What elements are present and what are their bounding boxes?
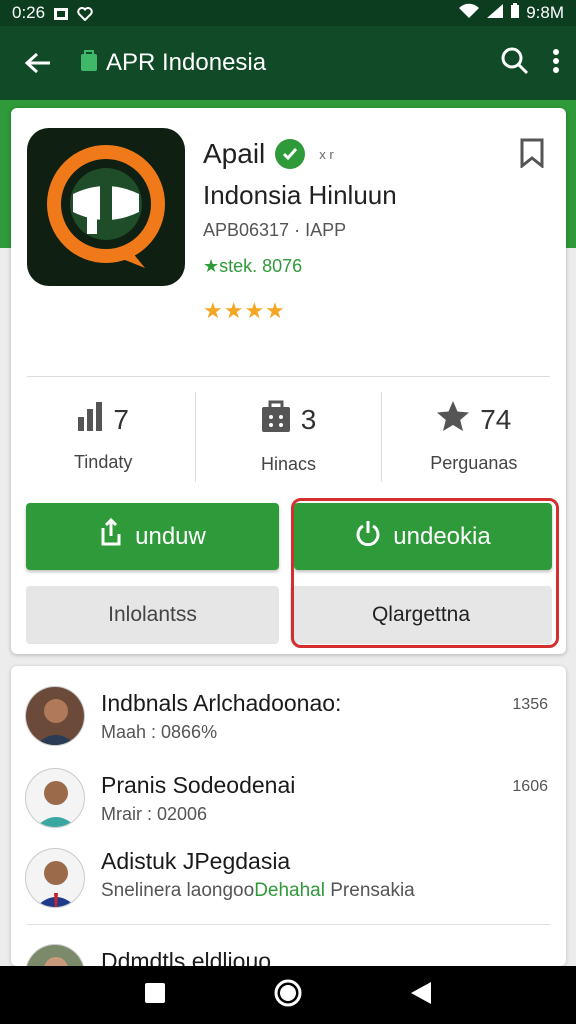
secondary-left-button[interactable]: Inlolantss <box>26 586 279 644</box>
list-item-count: 1356 <box>512 696 548 713</box>
update-label: undeokia <box>393 522 491 550</box>
list-item[interactable]: Adistuk JPegdasia Snelinera laongooDehah… <box>11 842 566 922</box>
stat-label: Tindaty <box>73 452 133 472</box>
recents-square-icon[interactable] <box>144 982 166 1009</box>
list-item[interactable]: Indbnals Arlchadoonao: Maah : 0866% 1356 <box>11 678 566 758</box>
secondary-left-label: Inlolantss <box>108 603 197 626</box>
stat-size: 3 Hinacs <box>196 392 382 482</box>
stat-rating: 74 Perguanas <box>382 392 566 482</box>
list-item-name: Indbnals Arlchadoonao: <box>101 690 342 716</box>
app-bar: APR Indonesia <box>0 26 576 100</box>
stat-value: 3 <box>300 403 317 435</box>
bar-chart-icon <box>77 401 103 438</box>
bag-icon <box>80 48 98 79</box>
home-circle-icon[interactable] <box>274 979 302 1012</box>
download-label: unduw <box>135 522 206 550</box>
app-tag: x r <box>319 146 334 162</box>
power-icon <box>355 519 381 554</box>
page-title: APR Indonesia <box>106 49 267 76</box>
stat-downloads: 7 Tindaty <box>11 392 197 482</box>
list-item-sub: Snelinera laongooDehahal Prensakia <box>101 880 415 901</box>
download-icon <box>99 517 123 555</box>
app-developer[interactable]: APB06317 · IAPP <box>203 220 346 241</box>
app-subtitle: Indonsia Hinluun <box>203 180 397 210</box>
list-item-name: Adistuk JPegdasia <box>101 848 291 874</box>
app-bar-title-group: APR Indonesia <box>80 48 266 79</box>
status-time: 0:26 <box>12 3 46 22</box>
app-logo-icon <box>47 145 165 268</box>
back-triangle-icon[interactable] <box>410 981 432 1010</box>
stats-row: 7 Tindaty 3 Hinacs 74 Perguanas <box>11 392 566 482</box>
arrow-left-icon <box>24 52 50 74</box>
reviewer-list-card: Indbnals Arlchadoonao: Maah : 0866% 1356… <box>11 666 566 966</box>
app-name-row: Apail x r <box>203 138 334 170</box>
list-item[interactable]: Pranis Sodeodenai Mrair : 02006 1606 <box>11 760 566 840</box>
rating-stars: ★★★★ <box>203 298 286 323</box>
status-bar: 0:26 9:8M <box>0 0 576 26</box>
app-name: Apail <box>203 138 266 169</box>
list-item-sub: Maah : 0866% <box>101 722 218 742</box>
verified-check-icon <box>275 139 306 169</box>
avatar <box>25 944 85 966</box>
list-item-count: 1606 <box>512 778 548 795</box>
star-icon <box>436 400 470 439</box>
stat-value: 74 <box>480 403 512 435</box>
stat-label: Hinacs <box>260 454 316 474</box>
notification-icon <box>53 6 69 20</box>
wifi-icon <box>458 3 480 24</box>
search-icon[interactable] <box>500 46 530 81</box>
secondary-right-label: Qlargettna <box>371 603 471 626</box>
list-item-name: Ddmdtls eldliouo <box>101 948 272 966</box>
list-item-name: Pranis Sodeodenai <box>101 772 296 798</box>
avatar <box>25 848 85 908</box>
bookmark-icon[interactable] <box>518 138 546 173</box>
avatar <box>25 686 85 746</box>
app-details-card: Apail x r Indonsia Hinluun APB06317 · IA… <box>11 108 566 654</box>
system-nav-bar <box>0 966 576 1024</box>
divider <box>27 376 550 377</box>
update-button[interactable]: undeokia <box>294 503 552 570</box>
heart-icon <box>77 6 93 22</box>
list-item-sub: Mrair : 02006 <box>101 804 208 824</box>
avatar <box>25 768 85 828</box>
divider <box>27 924 550 925</box>
shopping-bag-icon <box>261 399 291 440</box>
app-icon <box>27 128 185 286</box>
more-vert-icon[interactable] <box>552 48 560 79</box>
stat-value: 7 <box>113 403 129 435</box>
stat-label: Perguanas <box>430 453 518 473</box>
status-right-text: 9:8M <box>526 3 564 22</box>
battery-icon <box>510 2 520 24</box>
signal-icon <box>486 3 504 24</box>
app-stat-line: ★stek. 8076 <box>203 256 303 276</box>
list-item[interactable]: Ddmdtls eldliouo <box>11 936 566 966</box>
download-button[interactable]: unduw <box>26 503 279 570</box>
back-button[interactable] <box>16 41 60 85</box>
secondary-right-button[interactable]: Qlargettna <box>290 586 552 644</box>
